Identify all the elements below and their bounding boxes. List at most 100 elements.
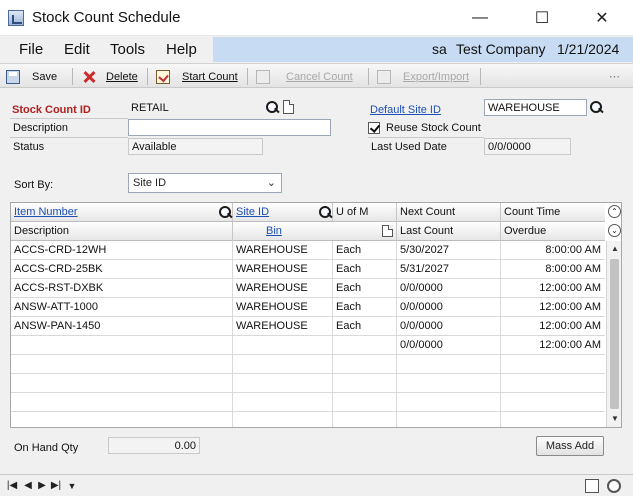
col-bin[interactable]: Bin [233, 222, 397, 241]
uom-cell[interactable]: Each [333, 260, 397, 279]
next-count-cell[interactable] [397, 355, 501, 374]
stock-count-id-field[interactable]: RETAIL [128, 100, 263, 117]
site-id-cell[interactable]: WAREHOUSE [233, 241, 333, 260]
sort-by-dropdown[interactable]: Site ID ⌄ [128, 173, 282, 193]
table-row[interactable] [11, 374, 605, 393]
site-id-cell[interactable]: WAREHOUSE [233, 279, 333, 298]
next-count-cell[interactable]: 0/0/0000 [397, 317, 501, 336]
item-lookup-icon[interactable] [218, 206, 231, 219]
note-page-icon[interactable] [585, 479, 599, 493]
expand-rows-icon[interactable]: ⌄ [608, 224, 621, 237]
maximize-button[interactable]: ☐ [519, 0, 565, 36]
next-count-cell[interactable]: 0/0/0000 [397, 298, 501, 317]
toolbar-options-icon[interactable]: ⋯ [609, 70, 629, 83]
menu-edit[interactable]: Edit [64, 41, 90, 58]
item-number-cell[interactable] [11, 355, 233, 374]
menu-file[interactable]: File [19, 41, 43, 58]
collapse-rows-icon[interactable]: ⌃ [608, 205, 621, 218]
reuse-stock-count-checkbox[interactable] [368, 122, 380, 134]
uom-cell[interactable] [333, 393, 397, 412]
delete-button[interactable]: Delete [82, 68, 138, 85]
table-row[interactable]: ANSW-ATT-1000 WAREHOUSE Each 0/0/0000 12… [11, 298, 605, 317]
next-count-cell[interactable]: 0/0/0000 [397, 279, 501, 298]
item-number-cell[interactable] [11, 393, 233, 412]
scroll-up-icon[interactable]: ▲ [607, 241, 621, 257]
site-id-cell[interactable] [233, 355, 333, 374]
uom-cell[interactable] [333, 374, 397, 393]
lookup-icon[interactable] [265, 101, 278, 114]
uom-cell[interactable]: Each [333, 298, 397, 317]
next-count-cell[interactable] [397, 374, 501, 393]
site-id-cell[interactable] [233, 393, 333, 412]
uom-cell[interactable] [333, 336, 397, 355]
minimize-button[interactable]: — [457, 0, 503, 36]
previous-record-icon[interactable]: ◀ [22, 480, 34, 492]
scroll-down-icon[interactable]: ▼ [607, 411, 621, 427]
table-row[interactable]: ACCS-RST-DXBK WAREHOUSE Each 0/0/0000 12… [11, 279, 605, 298]
export-import-button[interactable]: Export/Import [377, 68, 469, 85]
bin-note-icon[interactable] [382, 225, 393, 237]
count-time-cell[interactable] [501, 393, 605, 412]
save-button[interactable]: Save [6, 68, 57, 85]
count-time-cell[interactable]: 12:00:00 AM [501, 298, 605, 317]
uom-cell[interactable]: Each [333, 279, 397, 298]
browse-options-icon[interactable]: ▼ [66, 480, 78, 492]
site-id-cell[interactable] [233, 412, 333, 427]
item-number-header[interactable]: Item Number [14, 206, 78, 218]
count-time-cell[interactable] [501, 355, 605, 374]
table-row[interactable] [11, 355, 605, 374]
scroll-thumb[interactable] [610, 259, 619, 409]
bin-header[interactable]: Bin [266, 225, 282, 237]
description-field[interactable] [128, 119, 331, 136]
item-number-cell[interactable]: ANSW-ATT-1000 [11, 298, 233, 317]
item-number-cell[interactable] [11, 374, 233, 393]
item-number-cell[interactable]: ACCS-CRD-12WH [11, 241, 233, 260]
mass-add-button[interactable]: Mass Add [536, 436, 604, 456]
next-count-cell[interactable]: 5/30/2027 [397, 241, 501, 260]
site-id-cell[interactable]: WAREHOUSE [233, 317, 333, 336]
table-row[interactable]: ACCS-CRD-12WH WAREHOUSE Each 5/30/2027 8… [11, 241, 605, 260]
next-count-cell[interactable]: 0/0/0000 [397, 336, 501, 355]
site-id-cell[interactable]: WAREHOUSE [233, 260, 333, 279]
table-row[interactable]: ANSW-PAN-1450 WAREHOUSE Each 0/0/0000 12… [11, 317, 605, 336]
count-time-cell[interactable]: 12:00:00 AM [501, 336, 605, 355]
site-id-cell[interactable] [233, 336, 333, 355]
menu-help[interactable]: Help [166, 41, 197, 58]
next-record-icon[interactable]: ▶ [36, 480, 48, 492]
uom-lookup-icon[interactable] [318, 206, 331, 219]
note-icon[interactable] [283, 100, 294, 114]
uom-cell[interactable]: Each [333, 241, 397, 260]
count-time-cell[interactable] [501, 412, 605, 427]
table-row[interactable]: ACCS-CRD-25BK WAREHOUSE Each 5/31/2027 8… [11, 260, 605, 279]
site-lookup-icon[interactable] [589, 101, 602, 114]
item-number-cell[interactable] [11, 412, 233, 427]
default-site-field[interactable]: WAREHOUSE [484, 99, 587, 116]
item-number-cell[interactable]: ACCS-RST-DXBK [11, 279, 233, 298]
item-number-cell[interactable]: ACCS-CRD-25BK [11, 260, 233, 279]
count-time-cell[interactable]: 8:00:00 AM [501, 260, 605, 279]
col-item-number[interactable]: Item Number [11, 203, 233, 222]
default-site-label[interactable]: Default Site ID [370, 104, 441, 116]
site-id-cell[interactable] [233, 374, 333, 393]
start-count-button[interactable]: Start Count [156, 68, 238, 85]
count-time-cell[interactable]: 8:00:00 AM [501, 241, 605, 260]
last-record-icon[interactable]: ▶| [50, 480, 62, 492]
table-row[interactable]: 0/0/0000 12:00:00 AM [11, 336, 605, 355]
table-row[interactable] [11, 393, 605, 412]
grid-scrollbar[interactable]: ▲ ▼ [606, 241, 621, 427]
count-time-cell[interactable]: 12:00:00 AM [501, 279, 605, 298]
close-button[interactable]: ✕ [579, 0, 625, 36]
site-id-header[interactable]: Site ID [236, 206, 269, 218]
count-time-cell[interactable] [501, 374, 605, 393]
uom-cell[interactable] [333, 412, 397, 427]
site-id-cell[interactable]: WAREHOUSE [233, 298, 333, 317]
next-count-cell[interactable] [397, 393, 501, 412]
next-count-cell[interactable] [397, 412, 501, 427]
menu-tools[interactable]: Tools [110, 41, 145, 58]
item-number-cell[interactable] [11, 336, 233, 355]
help-icon[interactable] [607, 479, 621, 493]
table-row[interactable] [11, 412, 605, 427]
count-time-cell[interactable]: 12:00:00 AM [501, 317, 605, 336]
uom-cell[interactable] [333, 355, 397, 374]
next-count-cell[interactable]: 5/31/2027 [397, 260, 501, 279]
